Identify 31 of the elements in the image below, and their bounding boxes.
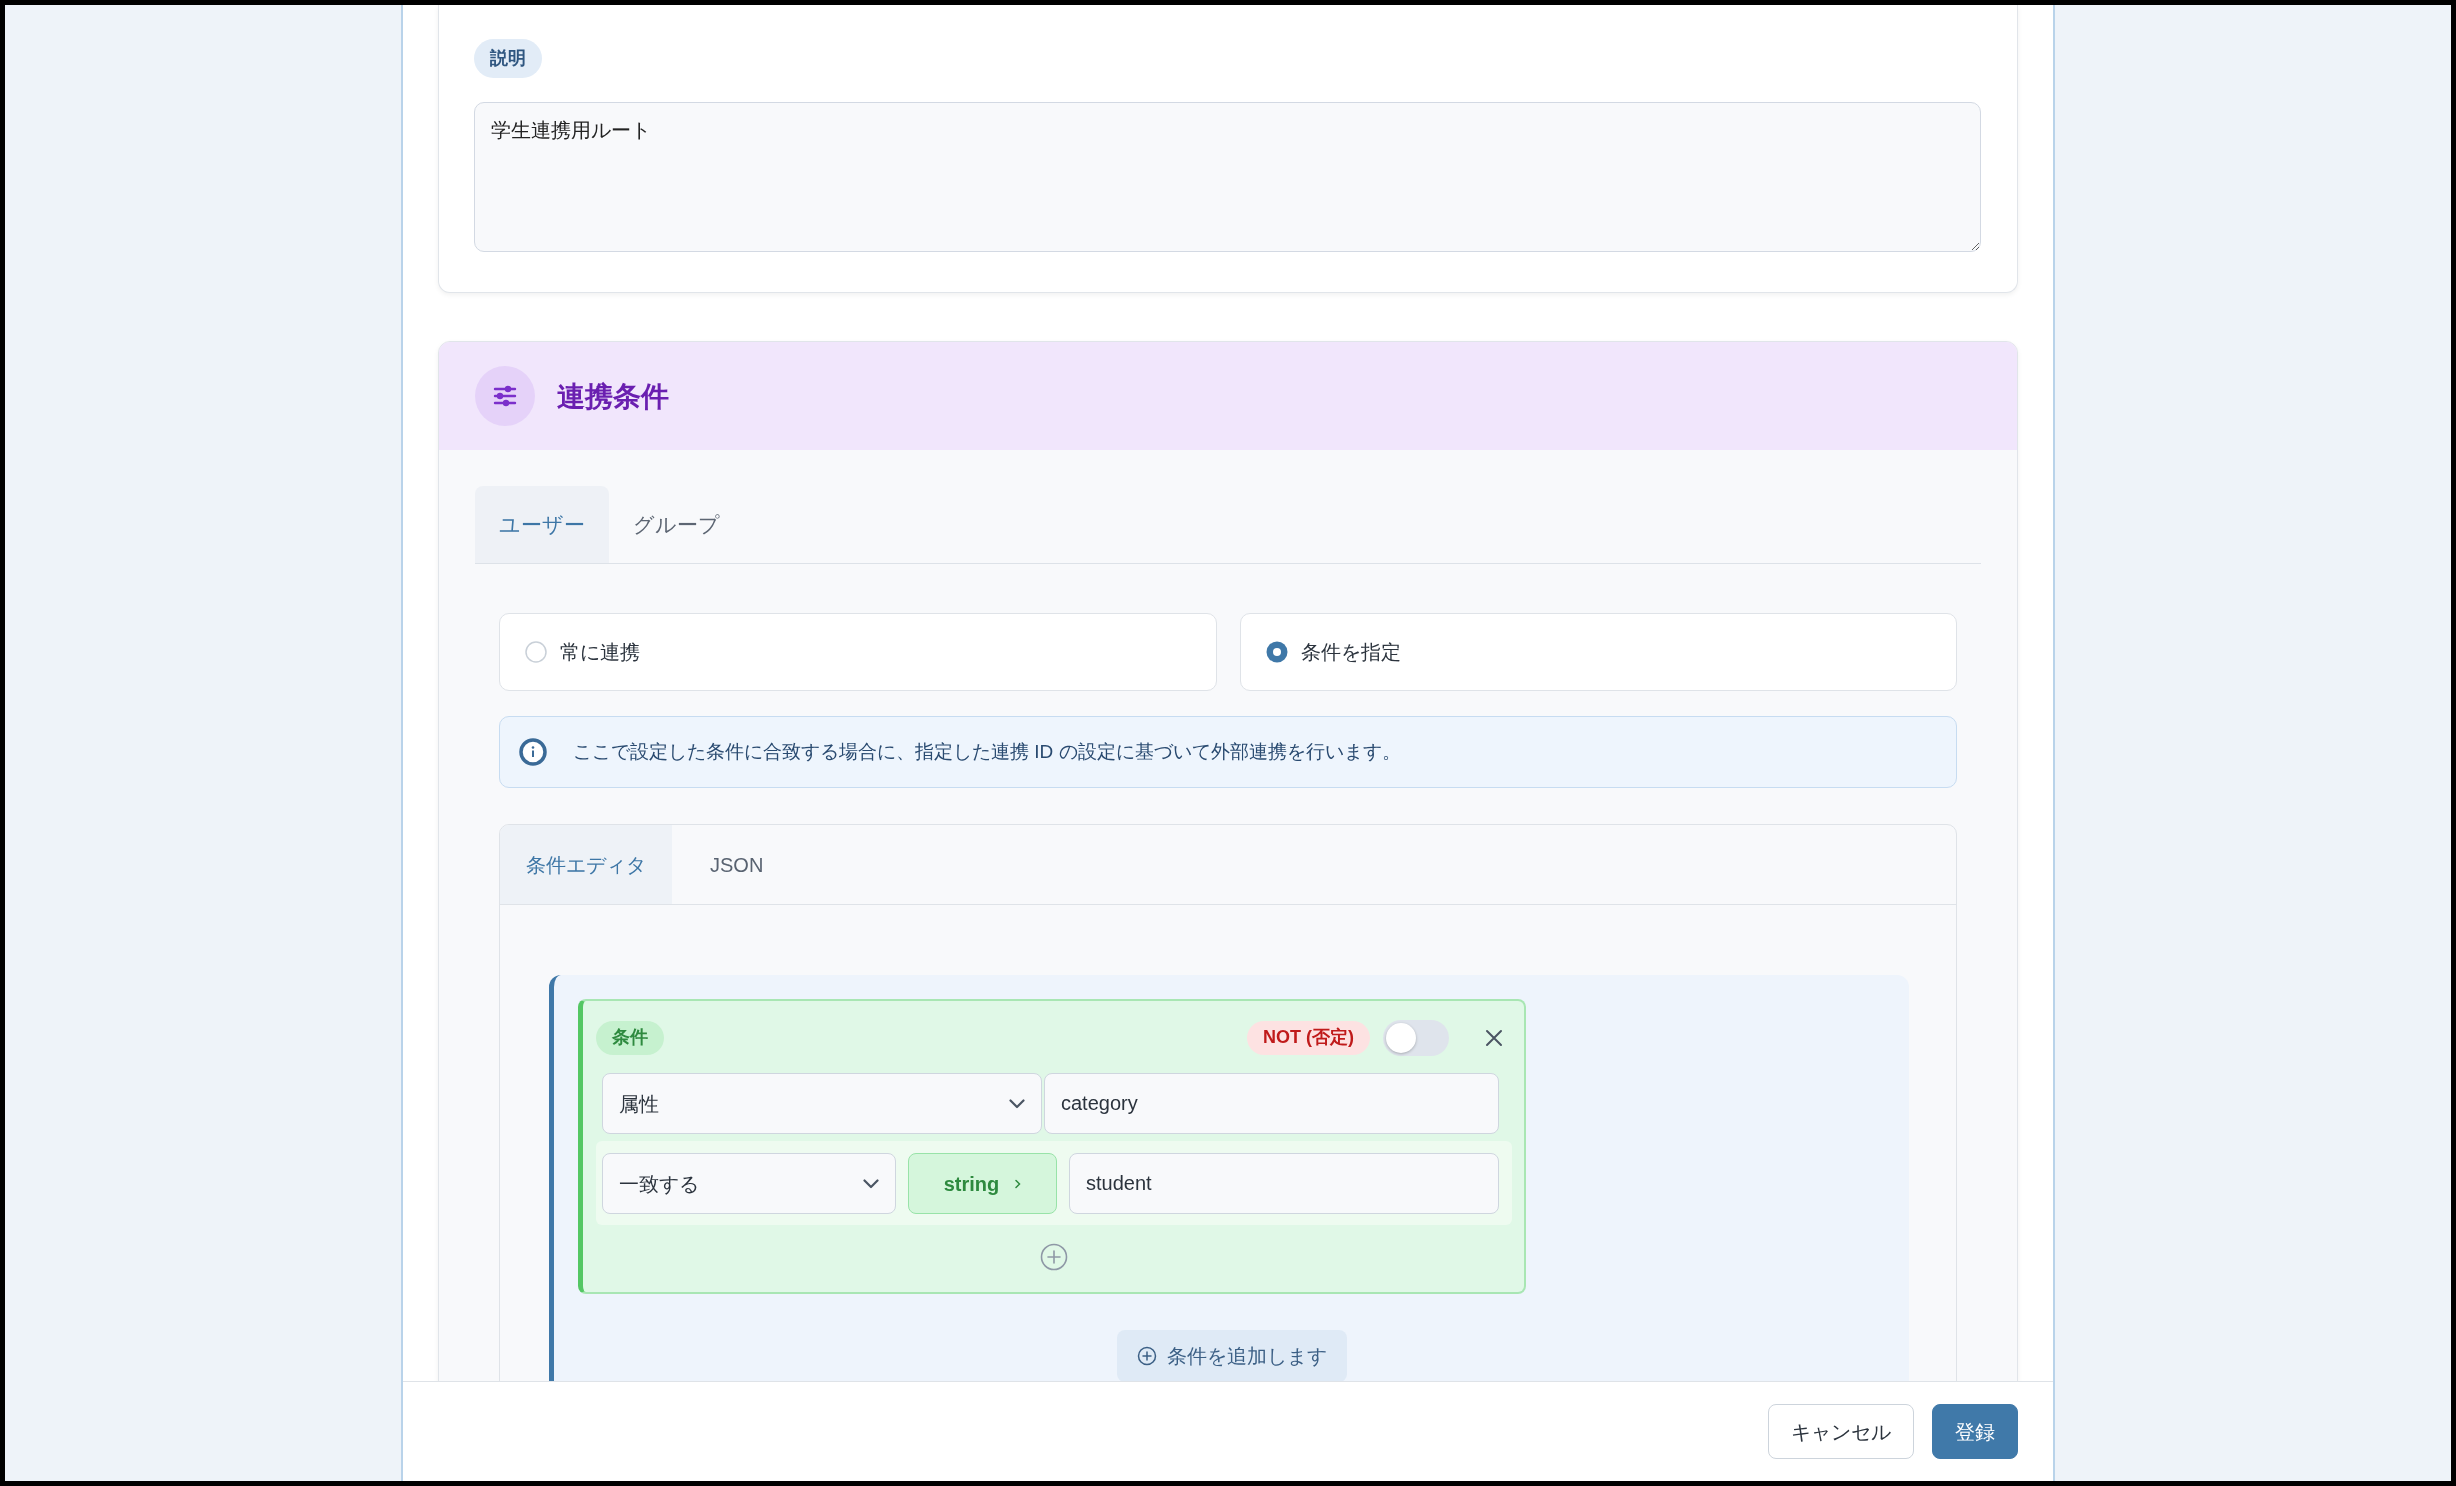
chevron-down-icon bbox=[1009, 1098, 1025, 1109]
input-field[interactable]: category bbox=[1044, 1073, 1499, 1135]
select-field[interactable]: 一致する bbox=[602, 1153, 896, 1215]
not-label: NOT (否定) bbox=[1247, 1021, 1370, 1055]
chevron-down-icon bbox=[863, 1178, 879, 1189]
condition-label: 条件 bbox=[596, 1021, 664, 1055]
select-field[interactable]: 属性 bbox=[602, 1073, 1042, 1135]
section-title: 連携条件 bbox=[557, 379, 669, 414]
tab[interactable]: ユーザー bbox=[475, 486, 609, 564]
radio-icon[interactable] bbox=[1265, 641, 1288, 664]
plus-circle-icon bbox=[1136, 1346, 1157, 1367]
info-text: ここで設定した条件に合致する場合に、指定した連携 ID の設定に基づいて外部連携を行います。 bbox=[573, 740, 1401, 765]
textarea-field[interactable]: 学生連携用ルート bbox=[474, 102, 1981, 253]
radio-icon[interactable] bbox=[525, 641, 547, 664]
radio-option[interactable]: 常に連携 bbox=[499, 613, 1217, 692]
chevron-right-icon bbox=[1015, 1178, 1022, 1189]
type-button[interactable]: string bbox=[908, 1153, 1057, 1215]
info-icon bbox=[519, 738, 547, 767]
add-condition-button[interactable]: 条件を追加します bbox=[1116, 1330, 1347, 1381]
add-icon[interactable] bbox=[1040, 1243, 1068, 1272]
close-icon[interactable] bbox=[1485, 1028, 1503, 1047]
tab[interactable]: 条件エディタ bbox=[500, 825, 672, 905]
submit-button[interactable]: 登録 bbox=[1932, 1404, 2018, 1459]
sliders-icon bbox=[475, 366, 535, 427]
cancel-button[interactable]: キャンセル bbox=[1768, 1404, 1914, 1459]
tab[interactable]: グループ bbox=[609, 486, 744, 564]
toggle-switch[interactable] bbox=[1383, 1019, 1449, 1056]
field-label: 説明 bbox=[474, 39, 542, 79]
tab[interactable]: JSON bbox=[684, 825, 790, 905]
input-field[interactable]: student bbox=[1069, 1153, 1499, 1215]
radio-option[interactable]: 条件を指定 bbox=[1239, 613, 1957, 692]
